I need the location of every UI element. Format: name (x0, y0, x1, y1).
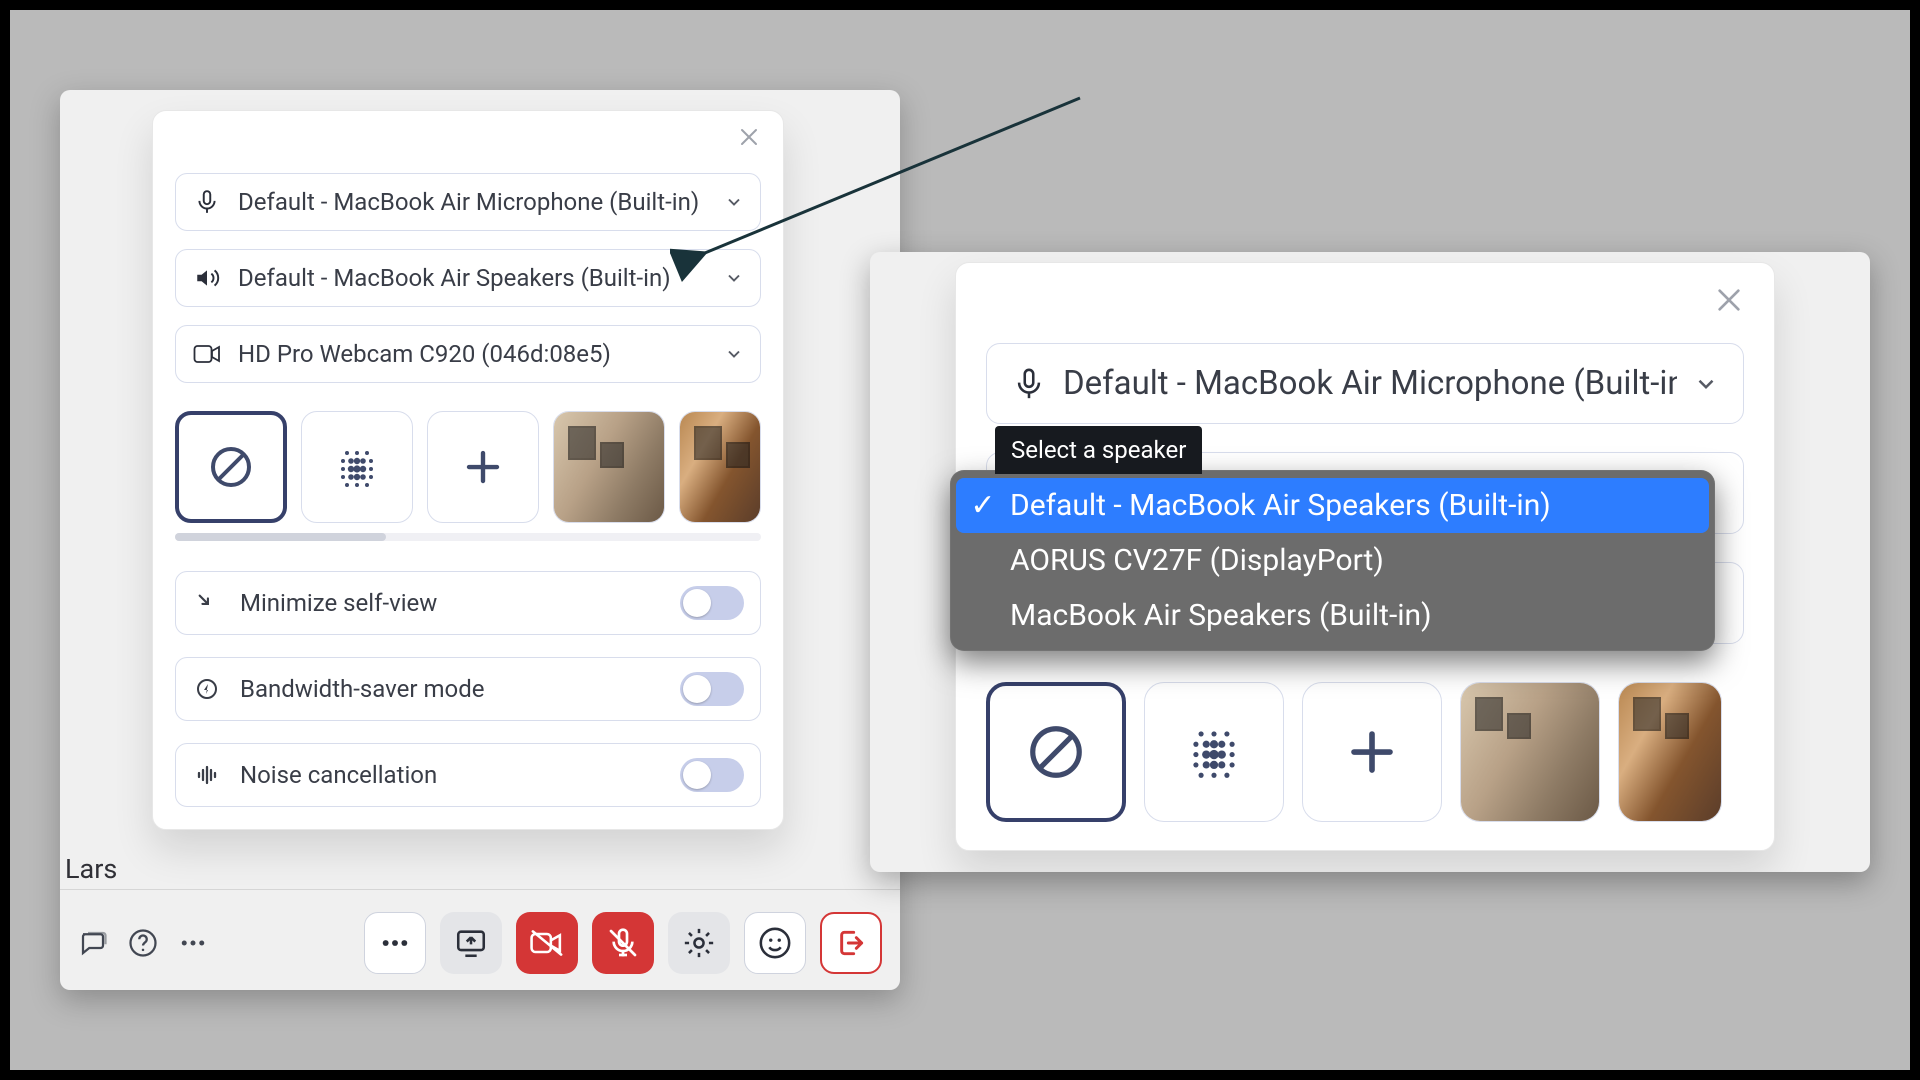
overflow-icon[interactable] (178, 928, 208, 958)
background-none[interactable] (986, 682, 1126, 822)
chevron-down-icon (724, 344, 744, 364)
speaker-option-label: Default - MacBook Air Speakers (Built-in… (1010, 488, 1551, 523)
background-image-1[interactable] (1460, 682, 1600, 822)
background-options-row (175, 411, 761, 523)
noise-cancellation-toggle[interactable] (680, 758, 744, 792)
background-image-1[interactable] (553, 411, 665, 523)
background-image-2[interactable] (679, 411, 761, 523)
microphone-icon (192, 189, 222, 215)
speaker-select[interactable]: Default - MacBook Air Speakers (Built-in… (175, 249, 761, 307)
camera-off-button[interactable] (516, 912, 578, 974)
background-blur[interactable] (1144, 682, 1284, 822)
background-blur[interactable] (301, 411, 413, 523)
zoom-detail-panel: Default - MacBook Air Microphone (Built-… (870, 252, 1870, 872)
microphone-icon (1011, 367, 1047, 401)
speaker-option-2[interactable]: MacBook Air Speakers (Built-in) (956, 588, 1709, 643)
close-icon[interactable] (737, 125, 761, 149)
background-add[interactable] (1302, 682, 1442, 822)
chevron-down-icon (724, 192, 744, 212)
bandwidth-icon (192, 677, 222, 701)
minimize-self-view-label: Minimize self-view (240, 589, 662, 617)
speaker-option-0[interactable]: ✓ Default - MacBook Air Speakers (Built-… (956, 478, 1709, 533)
bandwidth-saver-toggle[interactable] (680, 672, 744, 706)
noise-cancellation-row: Noise cancellation (175, 743, 761, 807)
camera-icon (192, 343, 222, 365)
mic-off-button[interactable] (592, 912, 654, 974)
reactions-button[interactable] (744, 912, 806, 974)
noise-cancellation-icon (192, 763, 222, 787)
video-call-window: Lars Default - MacBook Air Microphone (B… (60, 90, 900, 990)
minimize-icon (192, 592, 222, 614)
call-toolbar (60, 912, 900, 974)
close-icon[interactable] (1714, 285, 1744, 315)
speaker-option-label: MacBook Air Speakers (Built-in) (1010, 598, 1432, 633)
microphone-select[interactable]: Default - MacBook Air Microphone (Built-… (986, 343, 1744, 424)
minimize-self-view-row: Minimize self-view (175, 571, 761, 635)
more-button[interactable] (364, 912, 426, 974)
chevron-down-icon (724, 268, 744, 288)
minimize-self-view-toggle[interactable] (680, 586, 744, 620)
speaker-select-label: Default - MacBook Air Speakers (Built-in… (238, 264, 708, 292)
speaker-option-label: AORUS CV27F (DisplayPort) (1010, 543, 1384, 578)
background-options-row (986, 682, 1744, 822)
speaker-dropdown[interactable]: ✓ Default - MacBook Air Speakers (Built-… (950, 470, 1715, 651)
speaker-icon (192, 265, 222, 291)
camera-select[interactable]: HD Pro Webcam C920 (046d:08e5) (175, 325, 761, 383)
microphone-select[interactable]: Default - MacBook Air Microphone (Built-… (175, 173, 761, 231)
background-add[interactable] (427, 411, 539, 523)
microphone-select-label: Default - MacBook Air Microphone (Built-… (1063, 364, 1677, 403)
checkmark-icon: ✓ (970, 488, 996, 523)
speaker-tooltip: Select a speaker (995, 426, 1202, 474)
camera-select-label: HD Pro Webcam C920 (046d:08e5) (238, 340, 708, 368)
annotated-screenshot: Lars Default - MacBook Air Microphone (B… (10, 10, 1910, 1070)
screenshare-button[interactable] (440, 912, 502, 974)
speaker-option-1[interactable]: AORUS CV27F (DisplayPort) (956, 533, 1709, 588)
chevron-down-icon (1693, 371, 1719, 397)
help-icon[interactable] (128, 928, 158, 958)
microphone-select-label: Default - MacBook Air Microphone (Built-… (238, 188, 708, 216)
chat-icon[interactable] (78, 928, 108, 958)
toolbar-divider (60, 889, 900, 890)
background-scrollbar[interactable] (175, 533, 761, 541)
bandwidth-saver-row: Bandwidth-saver mode (175, 657, 761, 721)
settings-button[interactable] (668, 912, 730, 974)
background-none[interactable] (175, 411, 287, 523)
background-image-2[interactable] (1618, 682, 1722, 822)
participant-name: Lars (65, 853, 117, 885)
settings-popover: Default - MacBook Air Microphone (Built-… (152, 110, 784, 830)
bandwidth-saver-label: Bandwidth-saver mode (240, 675, 662, 703)
leave-button[interactable] (820, 912, 882, 974)
noise-cancellation-label: Noise cancellation (240, 761, 662, 789)
